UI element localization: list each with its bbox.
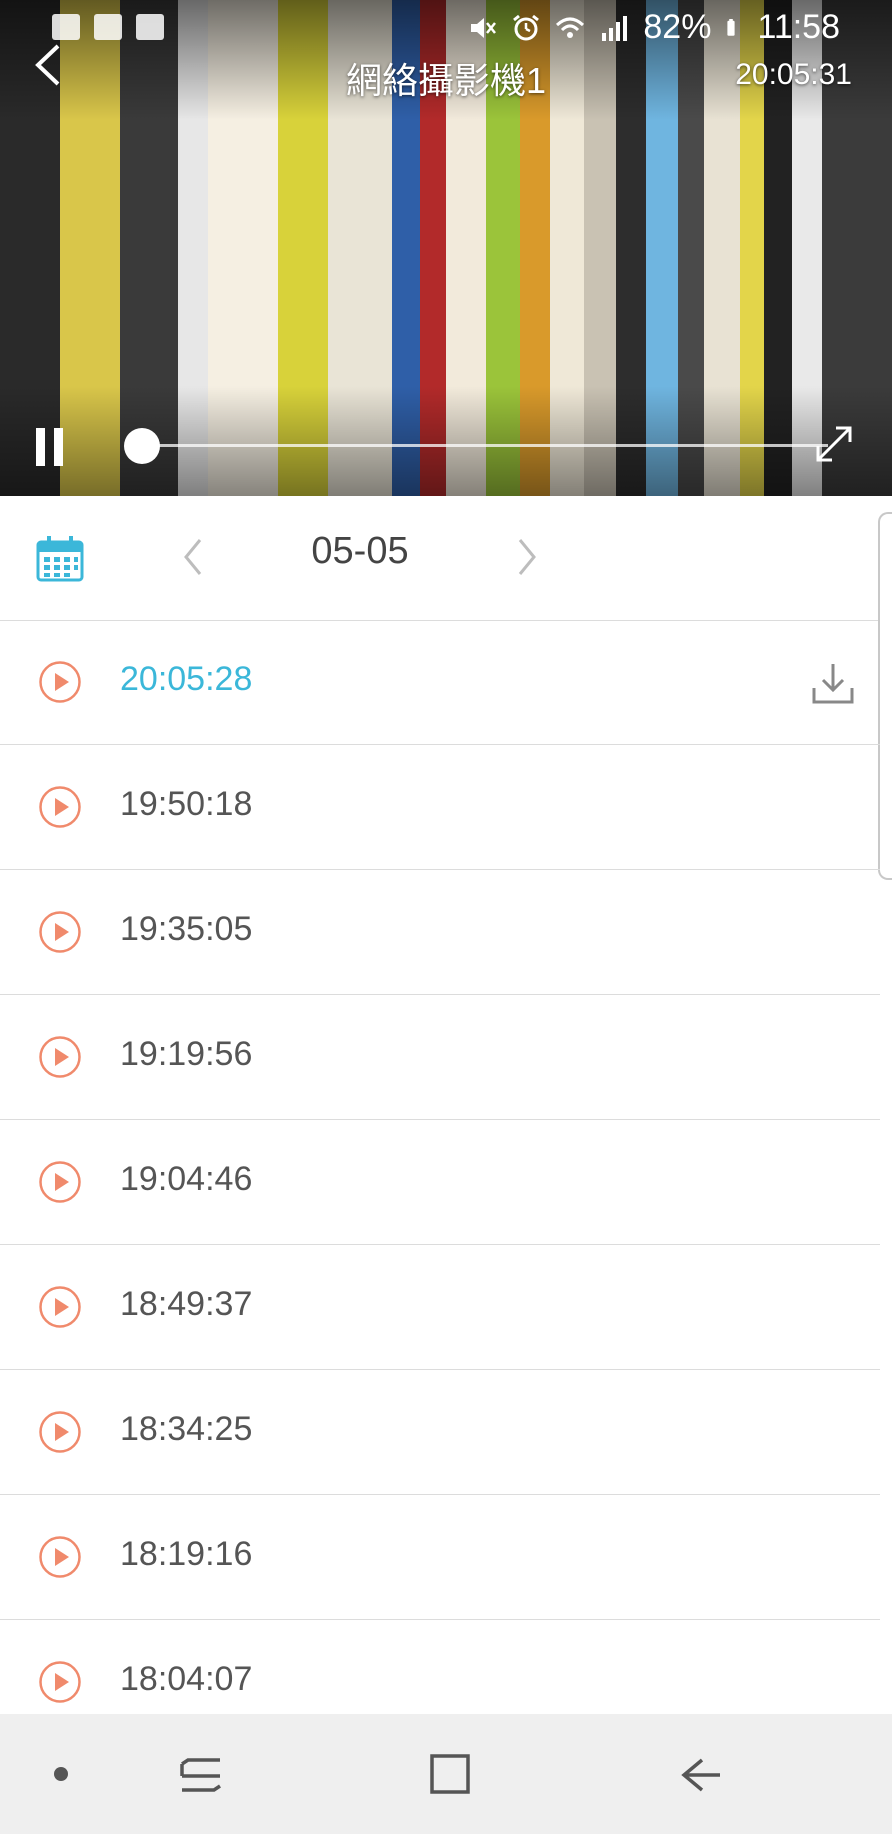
- side-panel-handle[interactable]: [878, 512, 892, 880]
- recording-time: 18:04:07: [120, 1660, 253, 1698]
- play-circle-icon[interactable]: [38, 1410, 82, 1454]
- nav-dot-icon[interactable]: [54, 1767, 68, 1781]
- seek-handle[interactable]: [124, 428, 160, 464]
- recording-time: 20:05:28: [120, 660, 253, 698]
- recording-item[interactable]: 19:04:46: [0, 1120, 880, 1245]
- video-timestamp: 20:05:31: [735, 58, 852, 91]
- play-circle-icon[interactable]: [38, 1035, 82, 1079]
- battery-percent: 82%: [643, 8, 712, 46]
- nav-back-icon[interactable]: [676, 1750, 726, 1800]
- recording-time: 19:19:56: [120, 1035, 253, 1073]
- download-icon[interactable]: [810, 660, 856, 706]
- fullscreen-icon[interactable]: [812, 422, 856, 466]
- play-circle-icon[interactable]: [38, 1285, 82, 1329]
- recording-item[interactable]: 19:35:05: [0, 870, 880, 995]
- video-player[interactable]: 82% 11:58 網絡攝影機1 20:05:31: [0, 0, 892, 496]
- recent-apps-icon[interactable]: [176, 1750, 226, 1800]
- wifi-icon: [556, 17, 585, 38]
- recording-item[interactable]: 18:34:25: [0, 1370, 880, 1495]
- mute-icon: [471, 17, 497, 38]
- play-circle-icon[interactable]: [38, 1160, 82, 1204]
- pause-icon: [36, 428, 45, 466]
- recording-item[interactable]: 19:19:56: [0, 995, 880, 1120]
- system-status: 82% 11:58: [467, 8, 840, 47]
- next-date-chevron-icon[interactable]: [512, 532, 542, 582]
- recording-time: 18:19:16: [120, 1535, 253, 1573]
- status-bar: 82% 11:58: [0, 0, 892, 60]
- alarm-icon: [513, 14, 540, 40]
- previous-date-chevron-icon[interactable]: [178, 532, 208, 582]
- play-circle-icon[interactable]: [38, 1535, 82, 1579]
- signal-icon: [602, 15, 628, 41]
- home-icon[interactable]: [424, 1748, 476, 1800]
- app-notification-icon: [136, 14, 164, 40]
- selected-date[interactable]: 05-05: [260, 530, 460, 573]
- recording-item[interactable]: 18:19:16: [0, 1495, 880, 1620]
- clock: 11:58: [757, 8, 840, 46]
- email-icon: [94, 14, 122, 40]
- play-circle-icon[interactable]: [38, 1660, 82, 1704]
- recording-item[interactable]: 19:50:18: [0, 745, 880, 870]
- recording-item[interactable]: 18:49:37: [0, 1245, 880, 1370]
- recording-time: 19:04:46: [120, 1160, 253, 1198]
- recording-list: 20:05:28 19:50:18 19:35:05 19:19:56 19:04:46…: [0, 620, 880, 1714]
- recording-time: 18:34:25: [120, 1410, 253, 1448]
- notification-icons: [52, 14, 164, 40]
- battery-icon: [727, 18, 736, 36]
- play-circle-icon[interactable]: [38, 785, 82, 829]
- play-circle-icon[interactable]: [38, 660, 82, 704]
- recording-item[interactable]: 18:04:07: [0, 1620, 880, 1714]
- recording-time: 18:49:37: [120, 1285, 253, 1323]
- seek-bar[interactable]: [128, 444, 828, 447]
- play-circle-icon[interactable]: [38, 910, 82, 954]
- recording-time: 19:35:05: [120, 910, 253, 948]
- pause-button[interactable]: [36, 428, 68, 468]
- recording-time: 19:50:18: [120, 785, 253, 823]
- gallery-icon: [52, 14, 80, 40]
- date-selector: 05-05: [0, 496, 880, 621]
- calendar-icon[interactable]: [36, 534, 84, 582]
- recording-item[interactable]: 20:05:28: [0, 620, 880, 745]
